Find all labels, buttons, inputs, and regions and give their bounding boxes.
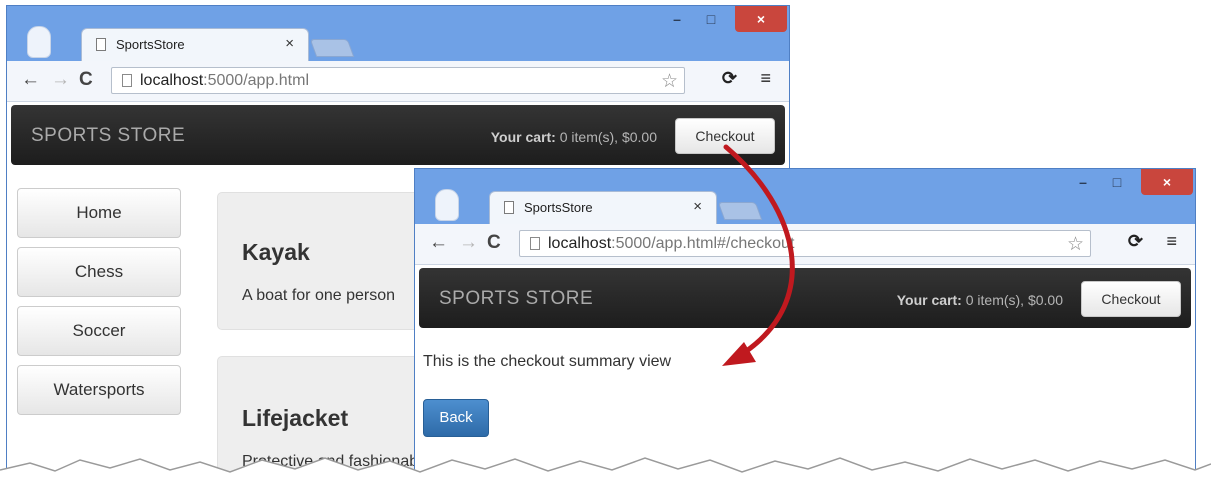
category-home-button[interactable]: Home (17, 188, 181, 238)
browser-toolbar: ← → C localhost:5000/app.html#/checkout … (415, 224, 1195, 265)
browser-window-front: SportsStore × – □ × ← → C localhost:5000… (414, 168, 1196, 483)
category-watersports-button[interactable]: Watersports (17, 365, 181, 415)
close-window-button[interactable]: × (735, 6, 787, 32)
tab-close-icon[interactable]: × (285, 35, 294, 52)
brand-title[interactable]: SPORTS STORE (31, 125, 185, 147)
back-arrow-icon[interactable]: ← (21, 69, 40, 91)
document-icon (504, 201, 514, 214)
back-button[interactable]: Back (423, 399, 489, 437)
category-sidebar: Home Chess Soccer Watersports (17, 188, 181, 424)
category-chess-button[interactable]: Chess (17, 247, 181, 297)
forward-arrow-icon[interactable]: → (459, 232, 478, 254)
address-bar[interactable]: localhost:5000/app.html ☆ (111, 67, 685, 94)
url-text: localhost:5000/app.html#/checkout (548, 235, 795, 252)
store-navbar: SPORTS STORE Your cart: 0 item(s), $0.00… (11, 105, 785, 165)
reload-icon[interactable]: C (487, 232, 501, 254)
checkout-summary-text: This is the checkout summary view (423, 353, 672, 370)
product-description: A boat for one person (242, 287, 395, 304)
close-window-button[interactable]: × (1141, 169, 1193, 195)
cart-summary: Your cart: 0 item(s), $0.00 (896, 292, 1063, 308)
new-tab-button[interactable] (309, 39, 355, 57)
profile-icon[interactable] (435, 189, 459, 221)
checkout-button[interactable]: Checkout (1081, 281, 1181, 317)
tab-title: SportsStore (116, 37, 185, 52)
tab-title: SportsStore (524, 200, 593, 215)
tab-sportsstore[interactable]: SportsStore × (489, 191, 717, 224)
new-tab-button[interactable] (717, 202, 763, 220)
extension-icon[interactable]: ⟳ (722, 68, 737, 89)
page-icon (122, 74, 132, 87)
menu-icon[interactable]: ≡ (1166, 231, 1177, 252)
minimize-button[interactable]: – (1069, 169, 1097, 195)
product-name: Kayak (242, 239, 310, 265)
brand-title[interactable]: SPORTS STORE (439, 288, 593, 310)
maximize-button[interactable]: □ (695, 6, 727, 32)
bookmark-star-icon[interactable]: ☆ (661, 70, 678, 93)
forward-arrow-icon[interactable]: → (51, 69, 70, 91)
product-description: Protective and fashionable (242, 453, 431, 470)
document-icon (96, 38, 106, 51)
title-bar: SportsStore × – □ × (415, 169, 1195, 224)
reload-icon[interactable]: C (79, 69, 93, 91)
back-arrow-icon[interactable]: ← (429, 232, 448, 254)
extension-icon[interactable]: ⟳ (1128, 231, 1143, 252)
category-soccer-button[interactable]: Soccer (17, 306, 181, 356)
page-icon (530, 237, 540, 250)
bookmark-star-icon[interactable]: ☆ (1067, 233, 1084, 256)
maximize-button[interactable]: □ (1101, 169, 1133, 195)
page-viewport: SPORTS STORE Your cart: 0 item(s), $0.00… (415, 265, 1195, 482)
menu-icon[interactable]: ≡ (760, 68, 771, 89)
checkout-button[interactable]: Checkout (675, 118, 775, 154)
address-bar[interactable]: localhost:5000/app.html#/checkout ☆ (519, 230, 1091, 257)
browser-toolbar: ← → C localhost:5000/app.html ☆ ⟳ ≡ (7, 61, 789, 102)
tab-sportsstore[interactable]: SportsStore × (81, 28, 309, 61)
title-bar: SportsStore × – □ × (7, 6, 789, 61)
url-text: localhost:5000/app.html (140, 72, 310, 89)
profile-icon[interactable] (27, 26, 51, 58)
minimize-button[interactable]: – (663, 6, 691, 32)
store-navbar: SPORTS STORE Your cart: 0 item(s), $0.00… (419, 268, 1191, 328)
cart-summary: Your cart: 0 item(s), $0.00 (490, 129, 657, 145)
tab-close-icon[interactable]: × (693, 198, 702, 215)
product-name: Lifejacket (242, 405, 349, 431)
